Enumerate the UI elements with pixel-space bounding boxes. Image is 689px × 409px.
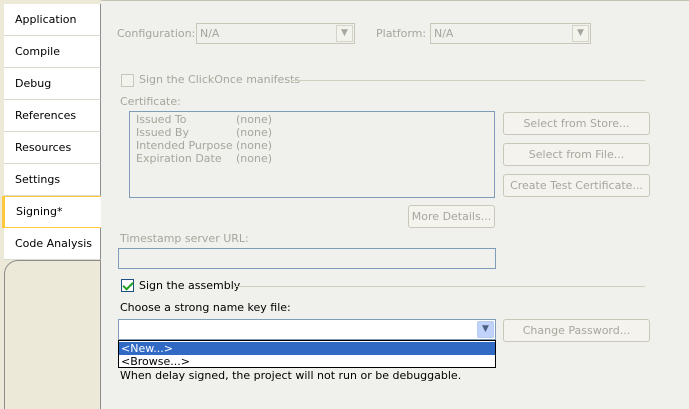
sign-assembly-label: Sign the assembly bbox=[139, 279, 241, 292]
tab-code-analysis[interactable]: Code Analysis bbox=[4, 228, 101, 260]
configuration-label: Configuration: bbox=[117, 27, 196, 40]
more-details-button[interactable]: More Details... bbox=[408, 205, 495, 228]
cert-value: (none) bbox=[236, 152, 273, 165]
select-from-store-button[interactable]: Select from Store... bbox=[503, 112, 650, 135]
tab-resources[interactable]: Resources bbox=[4, 132, 101, 164]
signing-panel: Configuration: N/A ▼ Platform: N/A ▼ Sig… bbox=[101, 0, 689, 409]
tab-label: Resources bbox=[15, 141, 72, 154]
chevron-down-icon: ▼ bbox=[572, 25, 589, 42]
configuration-dropdown[interactable]: N/A ▼ bbox=[196, 23, 355, 44]
change-password-button[interactable]: Change Password... bbox=[503, 319, 650, 342]
tab-signing[interactable]: Signing* bbox=[2, 196, 101, 228]
certificate-details-box: Issued To (none) Issued By (none) Intended… bbox=[129, 111, 495, 198]
strong-name-key-dropdown[interactable]: ▼ bbox=[118, 319, 496, 340]
platform-value: N/A bbox=[434, 27, 454, 40]
strong-name-options-list: <New...> <Browse...> bbox=[118, 340, 496, 368]
timestamp-url-input[interactable] bbox=[118, 248, 496, 269]
cert-key: Intended Purpose bbox=[136, 139, 233, 152]
cert-key: Issued To bbox=[136, 113, 187, 126]
create-test-certificate-button[interactable]: Create Test Certificate... bbox=[503, 174, 650, 197]
chevron-down-icon: ▼ bbox=[336, 25, 353, 42]
cert-key: Issued By bbox=[136, 126, 189, 139]
tab-references[interactable]: References bbox=[4, 100, 101, 132]
tab-label: Signing* bbox=[16, 205, 63, 218]
tab-label: Debug bbox=[15, 77, 52, 90]
timestamp-label: Timestamp server URL: bbox=[120, 232, 249, 245]
cert-value: (none) bbox=[236, 126, 273, 139]
cert-value: (none) bbox=[236, 139, 273, 152]
cert-row-intended-purpose: Intended Purpose (none) bbox=[136, 139, 272, 152]
tab-label: Compile bbox=[15, 45, 60, 58]
cert-value: (none) bbox=[236, 113, 273, 126]
cert-row-expiration-date: Expiration Date (none) bbox=[136, 152, 272, 165]
group-divider bbox=[233, 286, 645, 287]
tab-strip-tail bbox=[4, 260, 101, 409]
tab-label: Application bbox=[15, 13, 77, 26]
tab-strip: Application Compile Debug References Res… bbox=[0, 0, 101, 409]
delay-sign-note: When delay signed, the project will not … bbox=[120, 369, 462, 382]
tab-application[interactable]: Application bbox=[4, 4, 101, 36]
option-browse[interactable]: <Browse...> bbox=[119, 355, 495, 368]
tab-label: Code Analysis bbox=[15, 237, 92, 250]
group-divider bbox=[291, 80, 645, 81]
tab-compile[interactable]: Compile bbox=[4, 36, 101, 68]
chevron-down-icon[interactable]: ▼ bbox=[477, 321, 494, 338]
option-new[interactable]: <New...> bbox=[119, 342, 495, 355]
platform-dropdown[interactable]: N/A ▼ bbox=[430, 23, 591, 44]
tab-debug[interactable]: Debug bbox=[4, 68, 101, 100]
tab-settings[interactable]: Settings bbox=[4, 164, 101, 196]
cert-row-issued-by: Issued By (none) bbox=[136, 126, 272, 139]
sign-assembly-checkbox[interactable] bbox=[121, 279, 134, 292]
select-from-file-button[interactable]: Select from File... bbox=[503, 143, 650, 166]
strong-name-label: Choose a strong name key file: bbox=[120, 301, 291, 314]
certificate-label: Certificate: bbox=[120, 95, 181, 108]
cert-row-issued-to: Issued To (none) bbox=[136, 113, 272, 126]
configuration-value: N/A bbox=[200, 27, 220, 40]
tab-label: Settings bbox=[15, 173, 61, 186]
platform-label: Platform: bbox=[376, 27, 427, 40]
cert-key: Expiration Date bbox=[136, 152, 222, 165]
tab-label: References bbox=[15, 109, 77, 122]
clickonce-label: Sign the ClickOnce manifests bbox=[139, 73, 301, 86]
clickonce-checkbox[interactable] bbox=[121, 74, 134, 87]
